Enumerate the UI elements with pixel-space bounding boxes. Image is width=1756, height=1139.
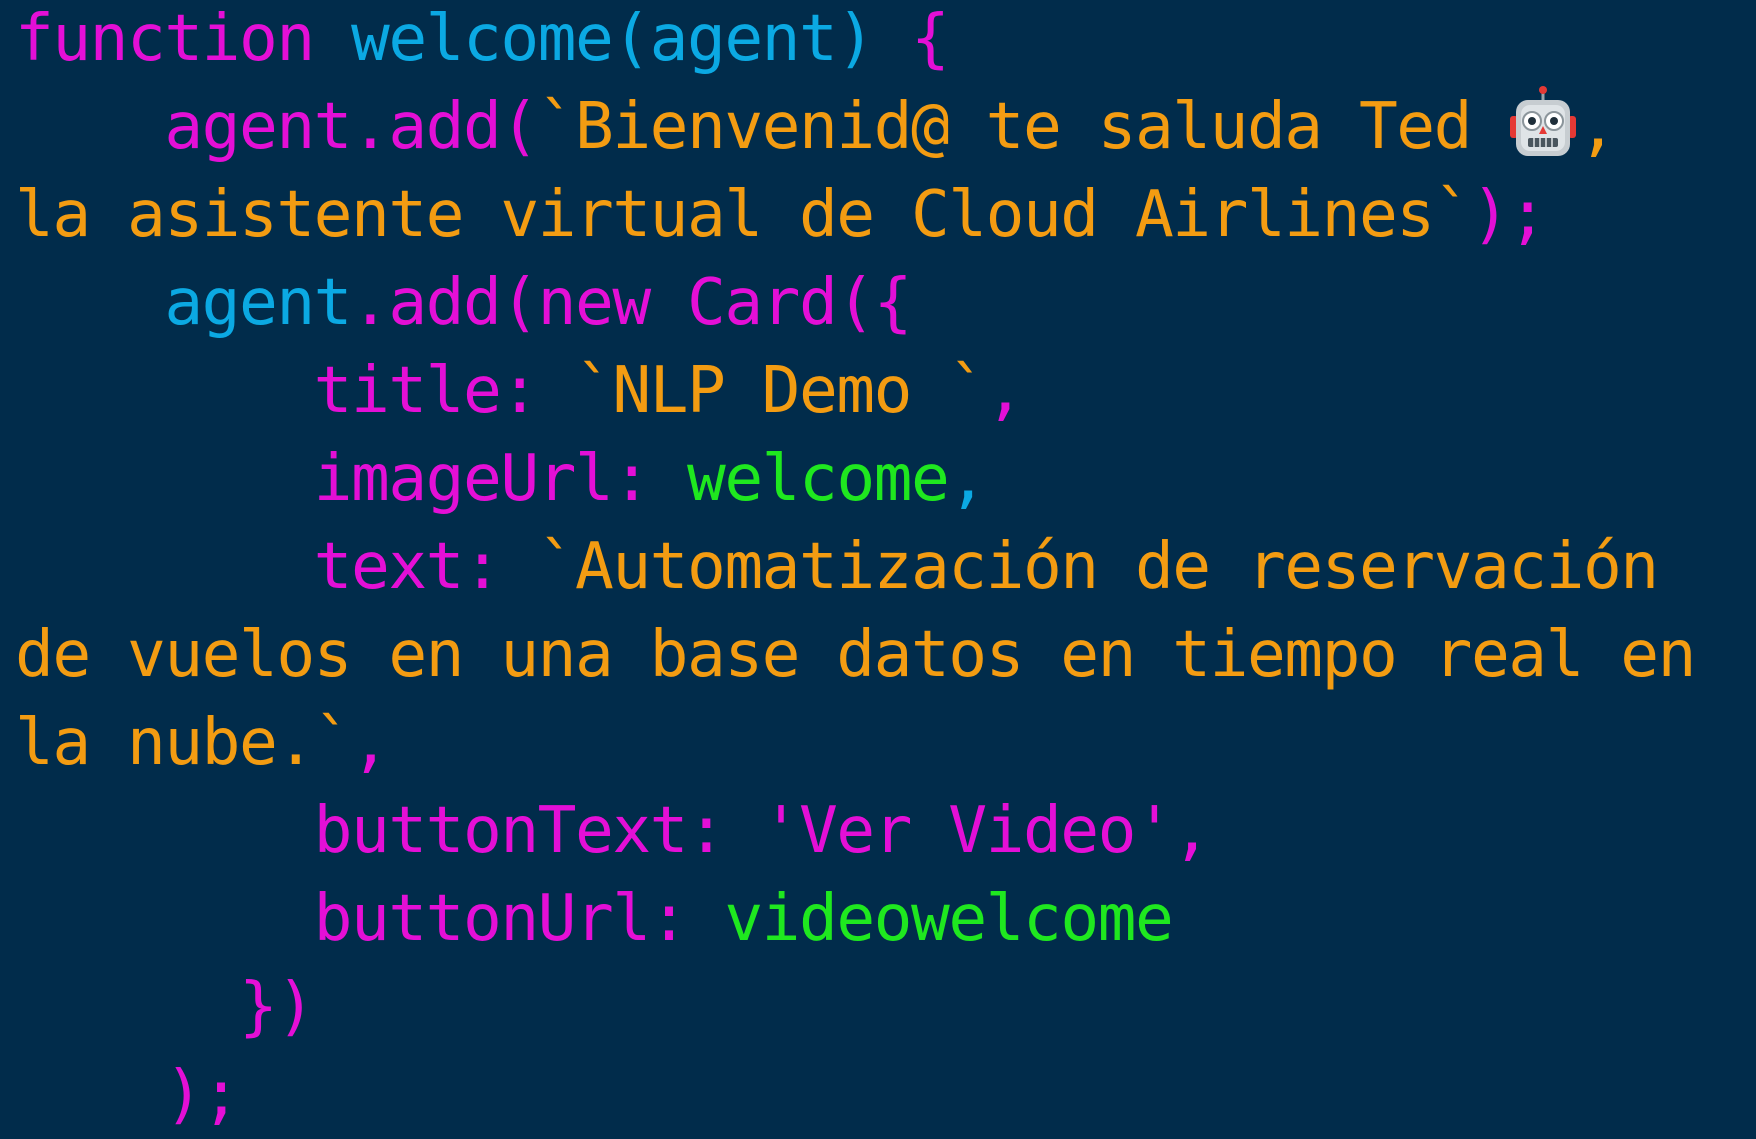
code-line: buttonText: 'Ver Video', bbox=[15, 787, 1756, 875]
code-token: `Automatización de reservación bbox=[537, 529, 1659, 604]
code-line: text: `Automatización de reservación bbox=[15, 523, 1756, 611]
code-token: ); bbox=[1470, 177, 1547, 252]
code-token: la asistente virtual de Cloud Airlines` bbox=[15, 177, 1472, 252]
code-token: agent bbox=[15, 265, 352, 340]
code-line: function welcome(agent) { bbox=[15, 0, 1756, 83]
code-line: agent.add(`Bienvenid@ te saluda Ted , bbox=[15, 83, 1756, 171]
code-token: , bbox=[985, 353, 1025, 428]
code-token: welcome(agent) bbox=[351, 1, 875, 76]
code-token: ); bbox=[15, 1057, 240, 1132]
code-token: agent.add( bbox=[15, 89, 539, 164]
code-line: title: `NLP Demo `, bbox=[15, 347, 1756, 435]
code-block: function welcome(agent) { agent.add(`Bie… bbox=[15, 0, 1756, 1139]
code-token: `Bienvenid@ te saluda Ted bbox=[537, 89, 1509, 164]
robot-face-icon bbox=[1510, 86, 1577, 156]
code-token: welcome bbox=[686, 441, 950, 516]
code-token: title: bbox=[15, 353, 575, 428]
code-token: imageUrl: bbox=[15, 441, 687, 516]
code-token: }) bbox=[15, 969, 315, 1044]
code-token: buttonText: 'Ver Video', bbox=[15, 793, 1211, 868]
code-token: , bbox=[1578, 89, 1617, 164]
code-line: }) bbox=[15, 963, 1756, 1051]
code-token: { bbox=[873, 1, 950, 76]
code-token: buttonUrl: bbox=[15, 881, 725, 956]
code-token: videowelcome bbox=[724, 881, 1174, 956]
code-line: ); bbox=[15, 1051, 1756, 1139]
code-line: de vuelos en una base datos en tiempo re… bbox=[15, 611, 1756, 699]
code-token: la nube.` bbox=[15, 705, 353, 780]
code-line: imageUrl: welcome, bbox=[15, 435, 1756, 523]
code-token: `NLP Demo ` bbox=[574, 353, 987, 428]
code-line: agent.add(new Card({ bbox=[15, 259, 1756, 347]
code-line: la asistente virtual de Cloud Airlines`)… bbox=[15, 171, 1756, 259]
code-token: de vuelos en una base datos en tiempo re… bbox=[15, 617, 1696, 692]
code-token: function bbox=[15, 1, 315, 76]
code-line: la nube.`, bbox=[15, 699, 1756, 787]
code-token: .add(new Card({ bbox=[351, 265, 912, 340]
code-token: text: bbox=[15, 529, 538, 604]
code-token: , bbox=[351, 705, 390, 780]
code-token: , bbox=[948, 441, 987, 516]
code-line: buttonUrl: videowelcome bbox=[15, 875, 1756, 963]
